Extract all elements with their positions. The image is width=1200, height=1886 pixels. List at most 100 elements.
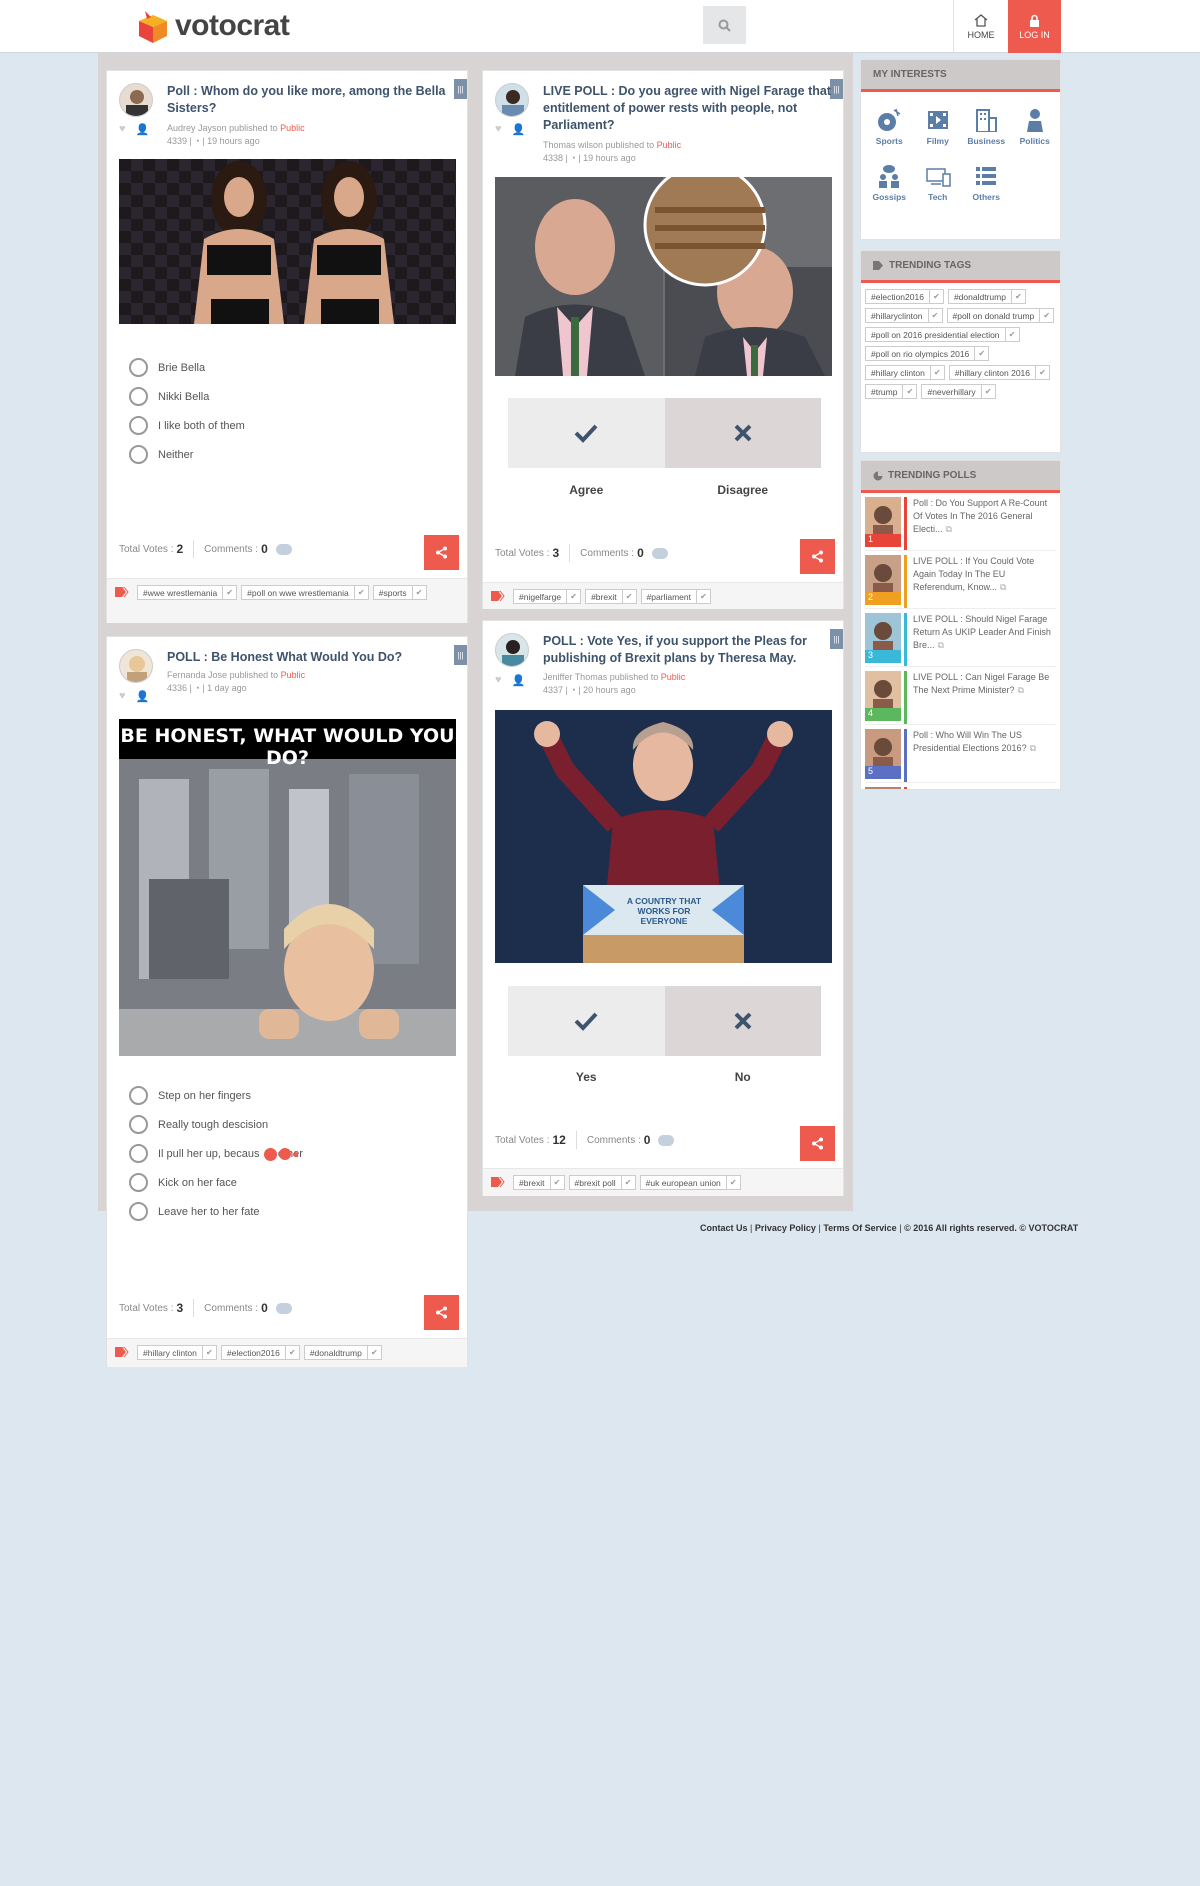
poll-option[interactable]: Brie Bella xyxy=(129,353,245,382)
poll-visibility[interactable]: Public xyxy=(657,140,682,150)
avatar[interactable] xyxy=(119,649,153,683)
comments-label[interactable]: Comments : xyxy=(587,1135,641,1146)
poll-option[interactable]: Neither xyxy=(129,440,245,469)
poll-option[interactable]: Really tough descision xyxy=(129,1110,303,1139)
tag-chip[interactable]: #brexit ✔ xyxy=(513,1175,565,1190)
check-icon[interactable]: ✔ xyxy=(1004,328,1019,341)
poll-author[interactable]: Fernanda Jose xyxy=(167,670,227,680)
tag-chip[interactable]: #poll on rio olympics 2016 ✔ xyxy=(865,346,990,361)
trending-poll-item[interactable]: 3 LIVE POLL : Should Nigel Farage Return … xyxy=(865,613,1056,667)
interest-gossips[interactable]: Gossips xyxy=(865,164,914,202)
trending-poll-item[interactable]: 4 LIVE POLL : Can Nigel Farage Be The Nex… xyxy=(865,671,1056,725)
external-link-icon[interactable]: ⧉ xyxy=(1040,788,1046,789)
trending-poll-item[interactable]: 2 LIVE POLL : If You Could Vote Again Tod… xyxy=(865,555,1056,609)
heart-icon[interactable]: ♥ xyxy=(495,123,502,136)
tag-chip[interactable]: #trump ✔ xyxy=(865,384,918,399)
avatar[interactable] xyxy=(495,83,529,117)
tag-chip[interactable]: #wwe wrestlemania ✔ xyxy=(137,585,238,600)
comment-icon[interactable] xyxy=(275,1302,292,1314)
trending-poll-thumbnail[interactable]: 6 xyxy=(865,787,901,789)
check-icon[interactable]: ✔ xyxy=(549,1176,564,1189)
heart-icon[interactable]: ♥ xyxy=(495,674,502,687)
check-icon[interactable]: ✔ xyxy=(566,590,580,603)
search-button[interactable] xyxy=(703,6,746,44)
radio-button[interactable] xyxy=(129,387,148,406)
follow-user-icon[interactable]: 👤 xyxy=(136,690,150,703)
follow-user-icon[interactable]: 👤 xyxy=(512,674,526,687)
trending-poll-thumbnail[interactable]: 2 xyxy=(865,555,901,605)
external-link-icon[interactable]: ⧉ xyxy=(1000,582,1006,592)
poll-option[interactable]: Il pull her up, becaus e her xyxy=(129,1139,303,1168)
check-icon[interactable]: ✔ xyxy=(974,347,988,360)
trending-poll-item[interactable]: 6 LIVE POLL : Are You Ready To⧉ xyxy=(865,787,1056,789)
poll-option[interactable]: Step on her fingers xyxy=(129,1081,303,1110)
trending-poll-thumbnail[interactable]: 3 xyxy=(865,613,901,663)
radio-button[interactable] xyxy=(129,416,148,435)
share-button[interactable] xyxy=(800,1126,835,1161)
poll-title[interactable]: POLL : Be Honest What Would You Do? xyxy=(167,649,457,666)
trending-poll-item[interactable]: 1 Poll : Do You Support A Re-Count Of Vot… xyxy=(865,497,1056,551)
poll-author[interactable]: Jeniffer Thomas xyxy=(543,672,607,682)
check-icon[interactable]: ✔ xyxy=(696,590,710,603)
check-icon[interactable]: ✔ xyxy=(411,586,426,599)
tag-chip[interactable]: #poll on wwe wrestlemania ✔ xyxy=(241,585,369,600)
tag-chip[interactable]: #brexit ✔ xyxy=(585,589,637,604)
tag-chip[interactable]: #parliament ✔ xyxy=(640,589,711,604)
check-icon[interactable]: ✔ xyxy=(980,385,995,398)
share-button[interactable] xyxy=(424,1295,459,1330)
interest-sports[interactable]: Sports xyxy=(865,108,914,146)
external-link-icon[interactable]: ⧉ xyxy=(1030,743,1036,753)
trending-poll-thumbnail[interactable]: 5 xyxy=(865,729,901,779)
poll-option[interactable]: Leave her to her fate xyxy=(129,1197,303,1226)
poll-author[interactable]: Audrey Jayson xyxy=(167,123,227,133)
check-icon[interactable]: ✔ xyxy=(928,290,943,303)
check-icon[interactable]: ✔ xyxy=(1010,290,1025,303)
comments-label[interactable]: Comments : xyxy=(580,548,634,559)
trending-poll-item[interactable]: 5 Poll : Who Will Win The US Presidential… xyxy=(865,729,1056,783)
check-icon[interactable]: ✔ xyxy=(1039,309,1053,322)
trending-poll-title[interactable]: LIVE POLL : If You Could Vote Again Toda… xyxy=(913,556,1034,592)
radio-button[interactable] xyxy=(129,1115,148,1134)
share-button[interactable] xyxy=(800,539,835,574)
trending-poll-thumbnail[interactable]: 1 xyxy=(865,497,901,547)
tag-chip[interactable]: #poll on donald trump ✔ xyxy=(946,308,1055,323)
yes-button[interactable] xyxy=(508,986,665,1056)
poll-author[interactable]: Thomas wilson xyxy=(543,140,603,150)
terms-link[interactable]: Terms Of Service xyxy=(823,1223,896,1233)
check-icon[interactable]: ✔ xyxy=(284,1346,299,1359)
check-icon[interactable]: ✔ xyxy=(725,1176,740,1189)
check-icon[interactable]: ✔ xyxy=(621,590,636,603)
poll-title[interactable]: POLL : Vote Yes, if you support the Plea… xyxy=(543,633,833,667)
radio-button[interactable] xyxy=(129,358,148,377)
poll-title[interactable]: LIVE POLL : Do you agree with Nigel Fara… xyxy=(543,83,833,134)
check-icon[interactable]: ✔ xyxy=(222,586,236,599)
nav-home[interactable]: HOME xyxy=(953,0,1008,53)
comment-icon[interactable] xyxy=(658,1134,675,1146)
trending-poll-title[interactable]: LIVE POLL : Are You Ready To xyxy=(913,788,1037,789)
comments-label[interactable]: Comments : xyxy=(204,544,258,555)
trending-poll-title[interactable]: Poll : Who Will Win The US Presidential … xyxy=(913,730,1027,753)
poll-visibility[interactable]: Public xyxy=(280,123,305,133)
contact-us-link[interactable]: Contact Us xyxy=(700,1223,748,1233)
tag-chip[interactable]: #hillary clinton ✔ xyxy=(865,365,945,380)
avatar[interactable] xyxy=(119,83,153,117)
tag-chip[interactable]: #hillary clinton ✔ xyxy=(137,1345,217,1360)
check-icon[interactable]: ✔ xyxy=(902,385,916,398)
external-link-icon[interactable]: ⧉ xyxy=(946,524,952,534)
follow-user-icon[interactable]: 👤 xyxy=(136,123,150,136)
check-icon[interactable]: ✔ xyxy=(929,366,944,379)
interest-business[interactable]: Business xyxy=(962,108,1011,146)
tag-chip[interactable]: #hillaryclinton ✔ xyxy=(865,308,943,323)
check-icon[interactable]: ✔ xyxy=(201,1346,216,1359)
tag-chip[interactable]: #brexit poll ✔ xyxy=(568,1175,636,1190)
tag-chip[interactable]: #election2016 ✔ xyxy=(220,1345,300,1360)
comments-label[interactable]: Comments : xyxy=(204,1303,258,1314)
tag-chip[interactable]: #nigelfarge ✔ xyxy=(513,589,582,604)
radio-button[interactable] xyxy=(129,1086,148,1105)
radio-button[interactable] xyxy=(129,1144,148,1163)
tag-chip[interactable]: #hillary clinton 2016 ✔ xyxy=(948,365,1051,380)
poll-option[interactable]: Nikki Bella xyxy=(129,382,245,411)
tag-chip[interactable]: #donaldtrump ✔ xyxy=(947,289,1026,304)
external-link-icon[interactable]: ⧉ xyxy=(938,640,944,650)
avatar[interactable] xyxy=(495,633,529,667)
